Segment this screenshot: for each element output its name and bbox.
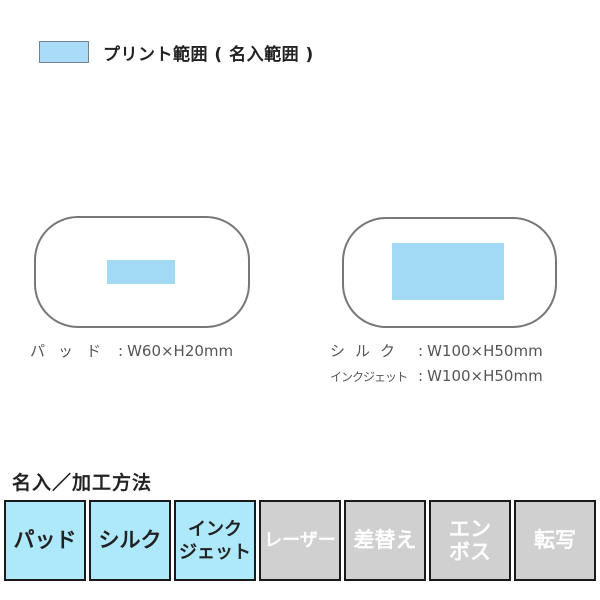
method-button-label: レーザー (264, 530, 336, 551)
method-button-emboss[interactable]: エン ボス (429, 500, 511, 581)
spec-inkjet: インクジェット: W100×H50mm (330, 365, 543, 388)
spec-separator: : (118, 342, 124, 360)
method-button-label: 差替え (353, 528, 417, 552)
legend: プリント範囲 ( 名入範囲 ) (39, 41, 314, 65)
method-button-label: エン ボス (449, 516, 491, 564)
methods-section-title: 名入／加工方法 (12, 472, 153, 494)
product-outline-left (34, 216, 250, 328)
spec-method: インクジェット (330, 370, 408, 384)
method-button-label: シルク (98, 528, 162, 552)
spec-method: パッド (30, 342, 115, 360)
legend-swatch-print-area (39, 41, 89, 63)
method-button-label: 転写 (534, 528, 576, 552)
spec-silk: シルク: W100×H50mm (330, 340, 543, 362)
spec-size: W100×H50mm (427, 342, 543, 360)
method-button-laser[interactable]: レーザー (259, 500, 341, 581)
method-button-inkjet[interactable]: インク ジェット (174, 500, 256, 581)
spec-size: W60×H20mm (127, 342, 234, 360)
method-button-pad[interactable]: パッド (4, 500, 86, 581)
spec-method: シルク (330, 342, 406, 360)
product-outline-right (342, 217, 557, 328)
legend-label: プリント範囲 ( 名入範囲 ) (103, 44, 314, 65)
method-button-transfer[interactable]: 転写 (514, 500, 596, 581)
method-button-silk[interactable]: シルク (89, 500, 171, 581)
method-button-replace[interactable]: 差替え (344, 500, 426, 581)
method-button-label: パッド (13, 528, 77, 552)
spec-separator: : (418, 342, 424, 360)
spec-separator: : (418, 367, 424, 385)
print-area-silk-inkjet (392, 243, 504, 300)
spec-pad: パッド: W60×H20mm (30, 340, 233, 362)
print-area-pad (107, 260, 175, 284)
spec-size: W100×H50mm (427, 367, 543, 385)
method-button-row: パッド シルク インク ジェット レーザー 差替え エン ボス 転写 (4, 500, 596, 581)
method-button-label: インク ジェット (179, 518, 251, 563)
